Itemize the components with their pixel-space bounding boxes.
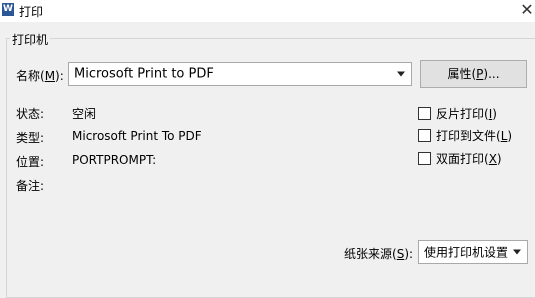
- title-bar: W 打印 ✕: [0, 0, 535, 22]
- printer-group-legend: 打印机: [10, 31, 51, 48]
- reverse-print-label[interactable]: 反片打印(I): [436, 105, 497, 122]
- status-label: 状态:: [16, 107, 45, 121]
- paper-source-value: 使用打印机设置: [424, 245, 509, 260]
- status-value: 空闲: [72, 107, 97, 121]
- chevron-down-icon: [397, 71, 405, 77]
- printer-name-value: Microsoft Print to PDF: [74, 66, 214, 82]
- window-title: 打印: [19, 5, 44, 19]
- wps-writer-icon: W: [2, 3, 14, 16]
- type-label: 类型:: [16, 131, 45, 145]
- printer-name-select[interactable]: Microsoft Print to PDF: [68, 62, 412, 86]
- reverse-print-checkbox[interactable]: [418, 107, 431, 120]
- printer-name-label: 名称(M):: [16, 69, 64, 83]
- chevron-down-icon: [513, 249, 521, 255]
- close-button[interactable]: ✕: [519, 0, 535, 22]
- properties-button[interactable]: 属性(P)...: [420, 60, 527, 88]
- location-label: 位置:: [16, 155, 45, 169]
- type-value: Microsoft Print To PDF: [72, 129, 202, 143]
- print-to-file-checkbox[interactable]: [418, 129, 431, 142]
- print-to-file-label[interactable]: 打印到文件(L): [436, 127, 512, 144]
- paper-source-label: 纸张来源(S):: [344, 247, 414, 261]
- paper-source-select[interactable]: 使用打印机设置: [418, 240, 528, 264]
- duplex-print-checkbox[interactable]: [418, 152, 431, 165]
- duplex-print-label[interactable]: 双面打印(X): [436, 150, 502, 167]
- location-value: PORTPROMPT:: [72, 153, 157, 167]
- comment-label: 备注:: [16, 179, 45, 193]
